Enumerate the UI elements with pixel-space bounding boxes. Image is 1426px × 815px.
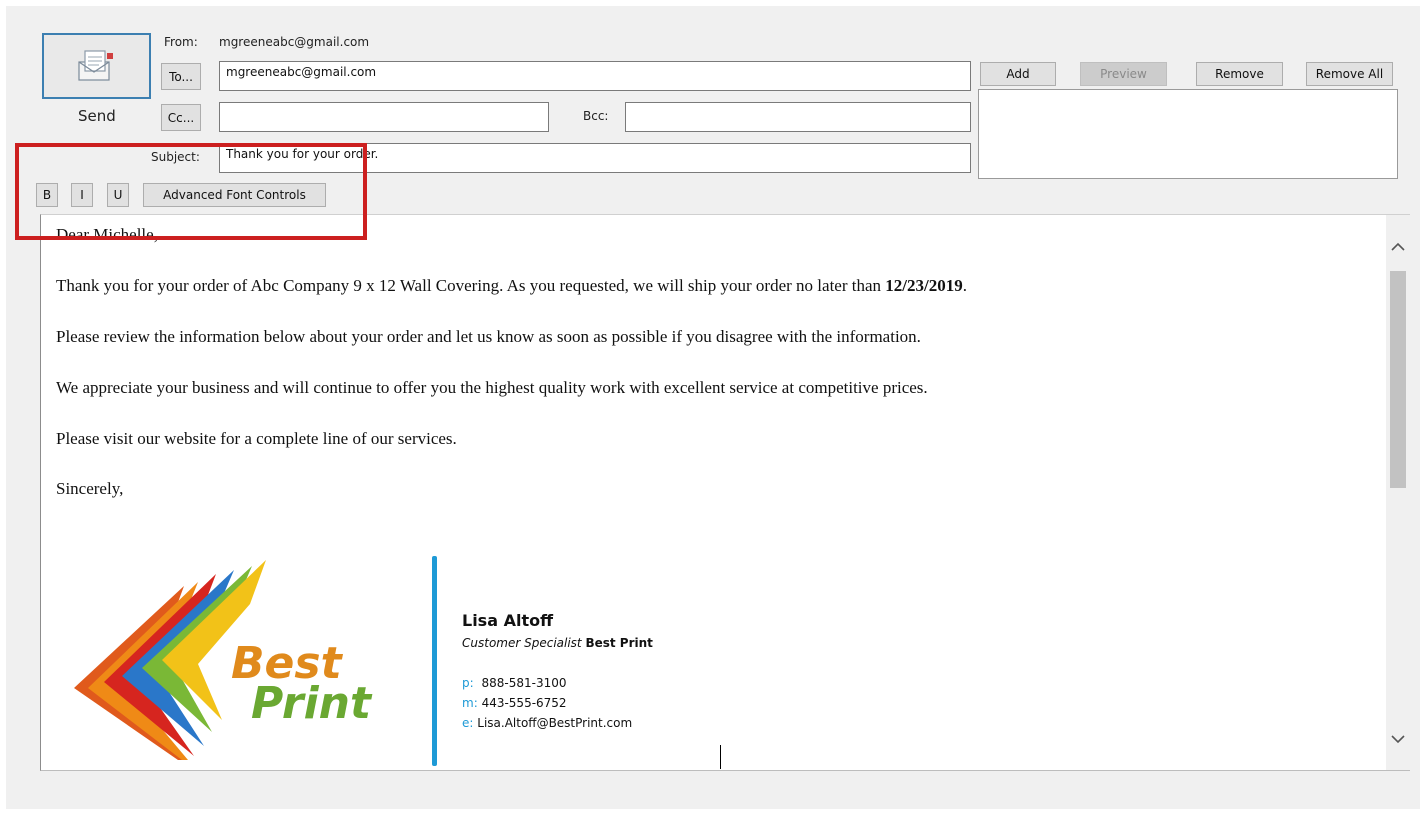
text-cursor	[720, 745, 721, 769]
compose-window: Send From: mgreeneabc@gmail.com To... mg…	[6, 6, 1420, 809]
bcc-field[interactable]	[625, 102, 971, 132]
signature-company: Best Print	[585, 636, 653, 650]
paragraph-website: Please visit our website for a complete …	[56, 429, 457, 448]
from-label: From:	[164, 35, 198, 49]
email-label: e:	[462, 716, 474, 730]
signature-email-line: e: Lisa.Altoff@BestPrint.com	[462, 716, 632, 730]
paragraph-appreciate: We appreciate your business and will con…	[56, 378, 928, 397]
mobile-label: m:	[462, 696, 478, 710]
send-label[interactable]: Send	[78, 107, 116, 125]
logo-word-print: Print	[251, 678, 372, 729]
to-field[interactable]: mgreeneabc@gmail.com	[219, 61, 971, 91]
signature-title-line: Customer Specialist Best Print	[462, 636, 653, 650]
from-value: mgreeneabc@gmail.com	[219, 35, 370, 49]
phone-label: p:	[462, 676, 474, 690]
preview-attachment-button[interactable]: Preview	[1080, 62, 1167, 86]
bcc-label: Bcc:	[583, 109, 609, 123]
message-body[interactable]: Dear Michelle, Thank you for your order …	[40, 214, 1410, 771]
send-button[interactable]	[42, 33, 151, 99]
paragraph-order-text: Thank you for your order of Abc Company …	[56, 276, 886, 295]
remove-all-attachments-button[interactable]: Remove All	[1306, 62, 1393, 86]
signature-phone-line: p: 888-581-3100	[462, 676, 567, 690]
envelope-icon	[78, 50, 113, 81]
paragraph-order-end: .	[962, 276, 967, 295]
signature-mobile-line: m: 443-555-6752	[462, 696, 567, 710]
add-attachment-button[interactable]: Add	[980, 62, 1056, 86]
ship-date: 12/23/2019	[885, 276, 963, 295]
cc-field[interactable]	[219, 102, 549, 132]
to-button[interactable]: To...	[161, 63, 201, 90]
scroll-down-arrow-icon[interactable]	[1386, 729, 1410, 749]
mobile-value: 443-555-6752	[481, 696, 567, 710]
remove-attachment-button[interactable]: Remove	[1196, 62, 1283, 86]
scroll-thumb[interactable]	[1390, 271, 1406, 488]
paragraph-order: Thank you for your order of Abc Company …	[56, 276, 967, 296]
phone-value: 888-581-3100	[481, 676, 567, 690]
signature-divider	[432, 556, 437, 766]
scroll-up-arrow-icon[interactable]	[1386, 237, 1410, 257]
email-value: Lisa.Altoff@BestPrint.com	[477, 716, 633, 730]
highlight-box	[15, 143, 367, 240]
cc-button[interactable]: Cc...	[161, 104, 201, 131]
vertical-scrollbar[interactable]	[1386, 215, 1410, 770]
signature-name: Lisa Altoff	[462, 611, 554, 630]
paragraph-review: Please review the information below abou…	[56, 327, 921, 346]
attachment-list[interactable]	[978, 89, 1398, 179]
closing: Sincerely,	[56, 479, 124, 498]
signature-title: Customer Specialist	[462, 636, 582, 650]
best-print-logo: Best Print	[66, 560, 396, 760]
